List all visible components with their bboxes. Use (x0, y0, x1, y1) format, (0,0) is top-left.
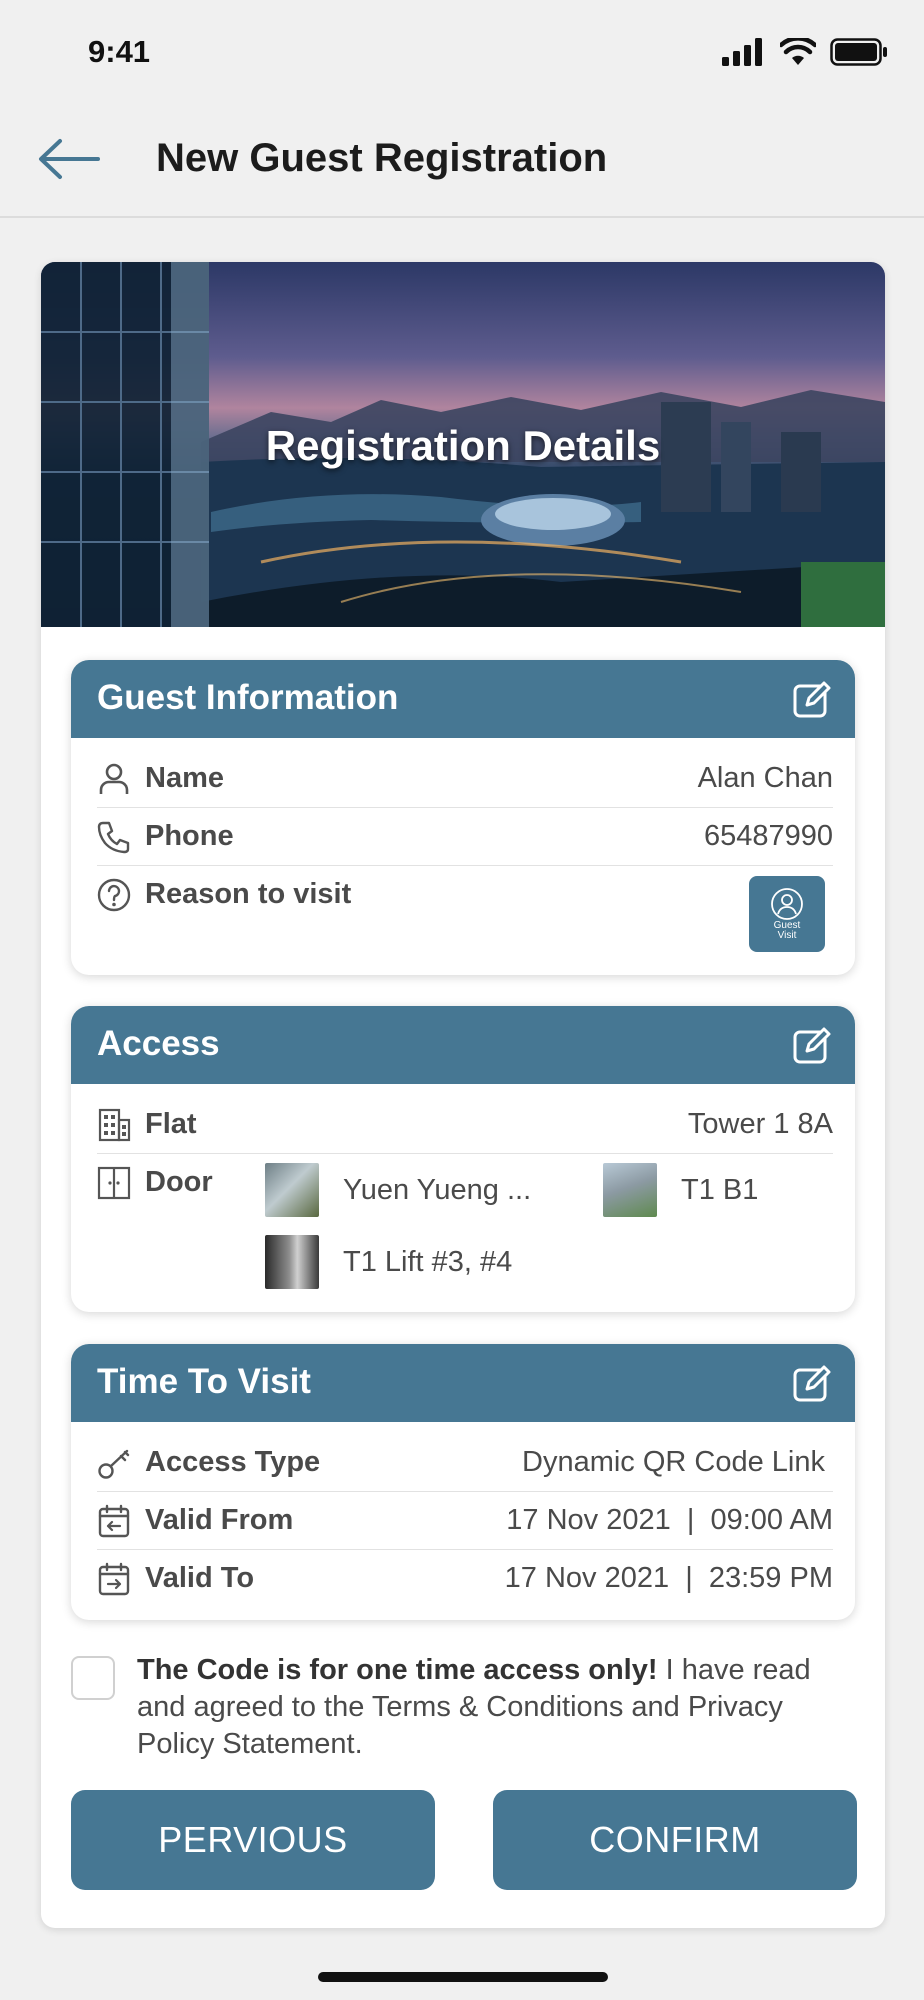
status-icons (722, 38, 888, 66)
door-thumbnail (265, 1163, 319, 1217)
section-title: Time To Visit (97, 1362, 311, 1401)
access-type-label: Access Type (145, 1446, 321, 1478)
building-icon (98, 1108, 131, 1142)
confirm-button[interactable]: CONFIRM (493, 1790, 857, 1890)
back-button[interactable] (36, 134, 106, 184)
calendar-in-icon (98, 1504, 130, 1538)
terms-checkbox[interactable] (71, 1656, 115, 1700)
section-header: Guest Information (71, 660, 855, 738)
valid-to-label: Valid To (145, 1562, 255, 1594)
time-to-visit-section: Time To Visit Access Type Dynamic QR Cod… (71, 1344, 855, 1620)
terms-bold-text: The Code is for one time access only! (137, 1654, 658, 1686)
guest-icon (771, 888, 803, 920)
door-thumbnail (265, 1235, 319, 1289)
access-type-row: Access Type Dynamic QR Code Link (97, 1434, 833, 1492)
nav-bar: New Guest Registration (0, 100, 924, 218)
wifi-icon (780, 38, 816, 65)
valid-from-row: Valid From 17 Nov 2021 | 09:00 AM (97, 1492, 833, 1550)
edit-icon[interactable] (791, 678, 833, 720)
arrow-left-icon (39, 139, 100, 179)
question-circle-icon (97, 878, 131, 912)
door-item: T1 Lift #3, #4 (265, 1234, 512, 1290)
door-item: T1 B1 (603, 1162, 758, 1218)
key-icon (98, 1449, 130, 1479)
hero-title: Registration Details (265, 422, 661, 469)
section-title: Access (97, 1024, 220, 1063)
phone-label: Phone (145, 820, 234, 852)
page-title: New Guest Registration (156, 136, 608, 180)
signal-icon (722, 38, 762, 66)
section-title: Guest Information (97, 678, 399, 717)
guest-visit-button[interactable]: Guest Visit (749, 876, 825, 952)
section-header: Time To Visit (71, 1344, 855, 1422)
door-name: T1 B1 (681, 1173, 759, 1206)
door-icon (97, 1166, 131, 1200)
edit-icon[interactable] (791, 1024, 833, 1066)
door-name: Yuen Yueng ... (343, 1173, 532, 1206)
registration-card: Registration Details Guest Information N… (41, 262, 885, 1928)
valid-to-row: Valid To 17 Nov 2021 | 23:59 PM (97, 1550, 833, 1608)
person-icon (99, 763, 129, 794)
guest-information-section: Guest Information Name Alan Chan Phone 6… (71, 660, 855, 975)
access-section: Access Flat Tower 1 8A Door Yuen Yueng .… (71, 1006, 855, 1312)
name-value: Alan Chan (697, 762, 833, 794)
phone-icon (97, 821, 130, 854)
previous-button[interactable]: PERVIOUS (71, 1790, 435, 1890)
valid-to-value: 17 Nov 2021 | 23:59 PM (504, 1562, 833, 1594)
name-row: Name Alan Chan (97, 750, 833, 808)
reason-row: Reason to visit (97, 866, 833, 924)
name-label: Name (145, 762, 224, 794)
door-label: Door (145, 1166, 213, 1198)
guest-visit-line2: Visit (777, 930, 797, 941)
flat-value: Tower 1 8A (687, 1108, 833, 1140)
battery-icon (830, 38, 887, 66)
access-type-value: Dynamic QR Code Link (522, 1446, 825, 1478)
door-thumbnail (603, 1163, 657, 1217)
home-indicator (318, 1972, 608, 1982)
phone-row: Phone 65487990 (97, 808, 833, 866)
status-bar: 9:41 (0, 0, 924, 100)
flat-label: Flat (145, 1108, 197, 1140)
calendar-out-icon (98, 1562, 130, 1596)
valid-from-label: Valid From (145, 1504, 294, 1536)
reason-label: Reason to visit (145, 878, 352, 910)
valid-from-value: 17 Nov 2021 | 09:00 AM (506, 1504, 833, 1536)
section-header: Access (71, 1006, 855, 1084)
terms-text: The Code is for one time access only! I … (137, 1652, 857, 1763)
door-name: T1 Lift #3, #4 (343, 1245, 513, 1278)
flat-row: Flat Tower 1 8A (97, 1096, 833, 1154)
edit-icon[interactable] (791, 1362, 833, 1404)
hero-banner: Registration Details (41, 262, 885, 627)
door-item: Yuen Yueng ... (265, 1162, 531, 1218)
phone-value: 65487990 (703, 820, 833, 852)
status-time: 9:41 (88, 34, 151, 69)
